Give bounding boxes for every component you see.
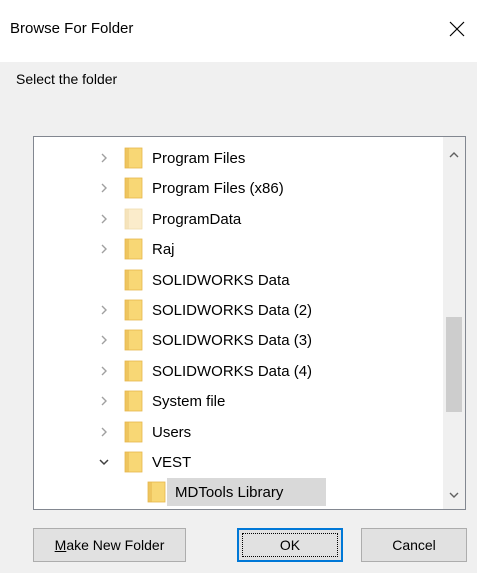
folder-icon [124,329,144,351]
chevron-right-icon[interactable] [98,365,110,377]
chevron-right-icon[interactable] [98,152,110,164]
tree-item-label: Program Files (x86) [152,180,284,198]
tree-item[interactable]: SOLIDWORKS Data (2) [34,295,444,325]
vertical-scrollbar[interactable] [443,137,465,509]
window-title: Browse For Folder [10,20,134,37]
folder-icon [124,390,144,412]
tree-item-label: Program Files [152,150,246,167]
tree-item[interactable]: MDTools Library [34,477,444,507]
tree-item[interactable]: Program Files [34,143,444,173]
chevron-down-icon[interactable] [98,456,110,468]
chevron-down-icon [449,492,459,498]
folder-icon [124,451,144,473]
close-button[interactable] [437,10,477,48]
chevron-right-icon[interactable] [98,213,110,225]
folder-tree-list: Program Files Program Files (x86) ProgramD… [34,143,444,508]
chevron-right-icon[interactable] [98,182,110,194]
tree-item[interactable]: ProgramData [34,204,444,234]
chevron-right-icon[interactable] [98,395,110,407]
instruction-text: Select the folder [16,71,118,87]
folder-icon [124,208,144,230]
focus-rectangle [242,533,338,557]
tree-item[interactable]: SOLIDWORKS Data [34,265,444,295]
chevron-right-icon[interactable] [98,426,110,438]
scroll-up-button[interactable] [443,145,465,165]
chevron-up-icon [449,152,459,158]
cancel-button[interactable]: Cancel [361,528,467,562]
tree-item[interactable]: Program Files (x86) [34,173,444,203]
chevron-right-icon[interactable] [98,304,110,316]
chevron-right-icon[interactable] [98,243,110,255]
tree-item[interactable]: System file [34,386,444,416]
tree-item-label: SOLIDWORKS Data (3) [152,332,313,350]
tree-item-label: SOLIDWORKS Data [152,271,290,289]
scroll-down-button[interactable] [443,485,465,505]
browse-for-folder-dialog: Browse For Folder Select the folder Prog… [0,0,477,573]
folder-icon [124,177,144,199]
tree-item-label: MDTools Library [175,484,284,502]
make-new-folder-label: Make New Folder [54,537,165,553]
folder-icon [124,269,144,291]
cancel-label: Cancel [392,537,436,553]
tree-item-label: VEST [152,453,192,471]
tree-item[interactable]: VEST [34,447,444,477]
ok-button[interactable]: OK [237,528,343,562]
tree-item[interactable]: Raj [34,234,444,264]
close-icon [449,21,465,37]
folder-icon [124,238,144,260]
tree-item-label: Users [152,423,192,441]
folder-icon [124,360,144,382]
tree-item[interactable]: SOLIDWORKS Data (3) [34,325,444,355]
folder-icon [124,299,144,321]
folder-icon [124,147,144,169]
tree-item-label: SOLIDWORKS Data (4) [152,362,313,380]
tree-item-label: SOLIDWORKS Data (2) [152,301,313,319]
tree-item[interactable]: SOLIDWORKS Data (4) [34,356,444,386]
folder-tree[interactable]: Program Files Program Files (x86) ProgramD… [33,136,466,510]
tree-item-label: System file [152,393,226,411]
make-new-folder-button[interactable]: Make New Folder [33,528,186,562]
tree-item-label: Raj [152,241,175,259]
tree-item-label: ProgramData [152,210,242,228]
scroll-thumb[interactable] [446,317,462,412]
title-bar[interactable]: Browse For Folder [0,0,477,62]
folder-icon [124,421,144,443]
tree-item[interactable]: Users [34,417,444,447]
folder-icon [147,481,167,503]
chevron-right-icon[interactable] [98,334,110,346]
